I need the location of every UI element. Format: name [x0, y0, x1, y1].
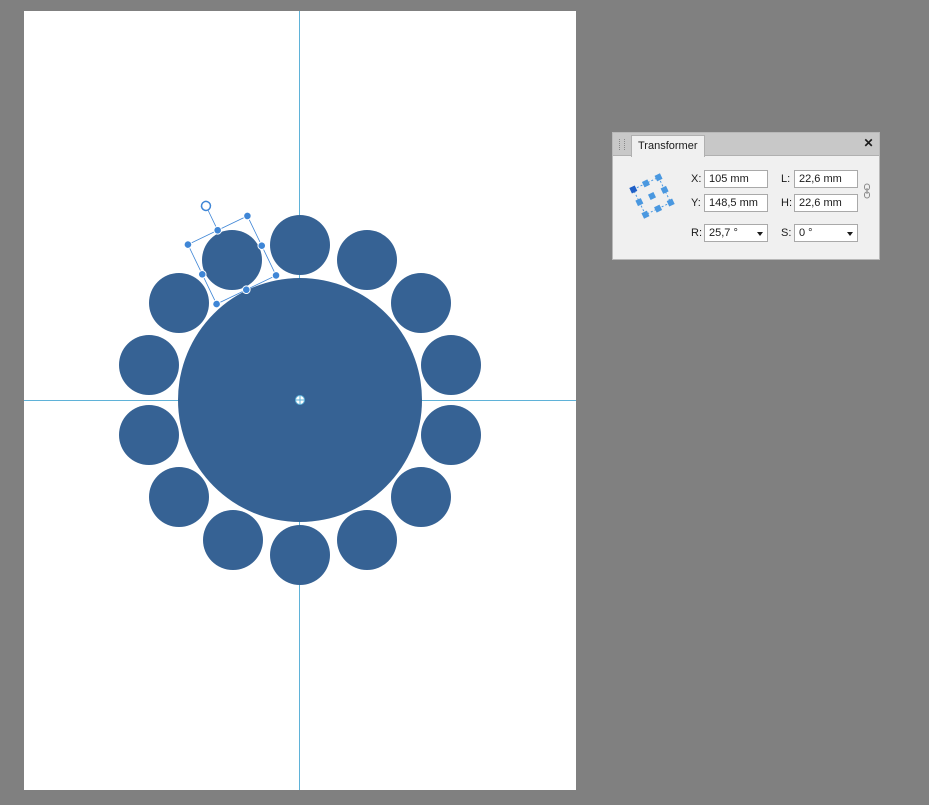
rotation-select[interactable]: 25,7 °: [704, 224, 768, 242]
width-label: L:: [781, 173, 791, 185]
satellite-circle[interactable]: [203, 510, 263, 570]
satellite-circle[interactable]: [421, 405, 481, 465]
satellite-circle[interactable]: [391, 273, 451, 333]
crosshair-icon[interactable]: [295, 395, 305, 405]
satellite-circle[interactable]: [149, 273, 209, 333]
drag-grip-icon[interactable]: [619, 139, 625, 150]
resize-handle[interactable]: [212, 299, 222, 309]
satellite-circle[interactable]: [119, 405, 179, 465]
rotation-handle[interactable]: [200, 200, 212, 212]
design-canvas[interactable]: [0, 0, 929, 805]
satellite-circle[interactable]: [149, 467, 209, 527]
x-label: X:: [691, 173, 702, 185]
satellite-circle[interactable]: [119, 335, 179, 395]
resize-handle[interactable]: [183, 240, 193, 250]
rotation-value: 25,7 °: [709, 227, 738, 239]
rotation-label: R:: [691, 227, 702, 239]
height-label: H:: [781, 197, 792, 209]
y-position-field[interactable]: 148,5 mm: [704, 194, 768, 212]
resize-handle[interactable]: [242, 211, 252, 221]
shear-label: S:: [781, 227, 792, 239]
y-label: Y:: [691, 197, 701, 209]
x-position-field[interactable]: 105 mm: [704, 170, 768, 188]
dropdown-arrow-icon: [757, 232, 763, 236]
close-icon[interactable]: ✕: [862, 137, 875, 150]
satellite-circle[interactable]: [391, 467, 451, 527]
panel-header[interactable]: Transformer ✕: [613, 133, 879, 157]
dropdown-arrow-icon: [847, 232, 853, 236]
transform-panel: Transformer ✕ X: 105 mm Y: 148,5 mm L: 2…: [612, 132, 880, 260]
satellite-circle[interactable]: [421, 335, 481, 395]
tab-transformer[interactable]: Transformer: [631, 135, 705, 157]
shear-select[interactable]: 0 °: [794, 224, 858, 242]
anchor-grid-icon[interactable]: [627, 171, 677, 221]
height-field[interactable]: 22,6 mm: [794, 194, 858, 212]
resize-handle[interactable]: [271, 270, 281, 280]
selected-circle[interactable]: [202, 230, 262, 290]
satellite-circle[interactable]: [337, 510, 397, 570]
shear-value: 0 °: [799, 227, 813, 239]
link-chain-icon[interactable]: [863, 183, 871, 199]
satellite-circle[interactable]: [270, 215, 330, 275]
satellite-circle[interactable]: [337, 230, 397, 290]
satellite-circle[interactable]: [270, 525, 330, 585]
width-field[interactable]: 22,6 mm: [794, 170, 858, 188]
